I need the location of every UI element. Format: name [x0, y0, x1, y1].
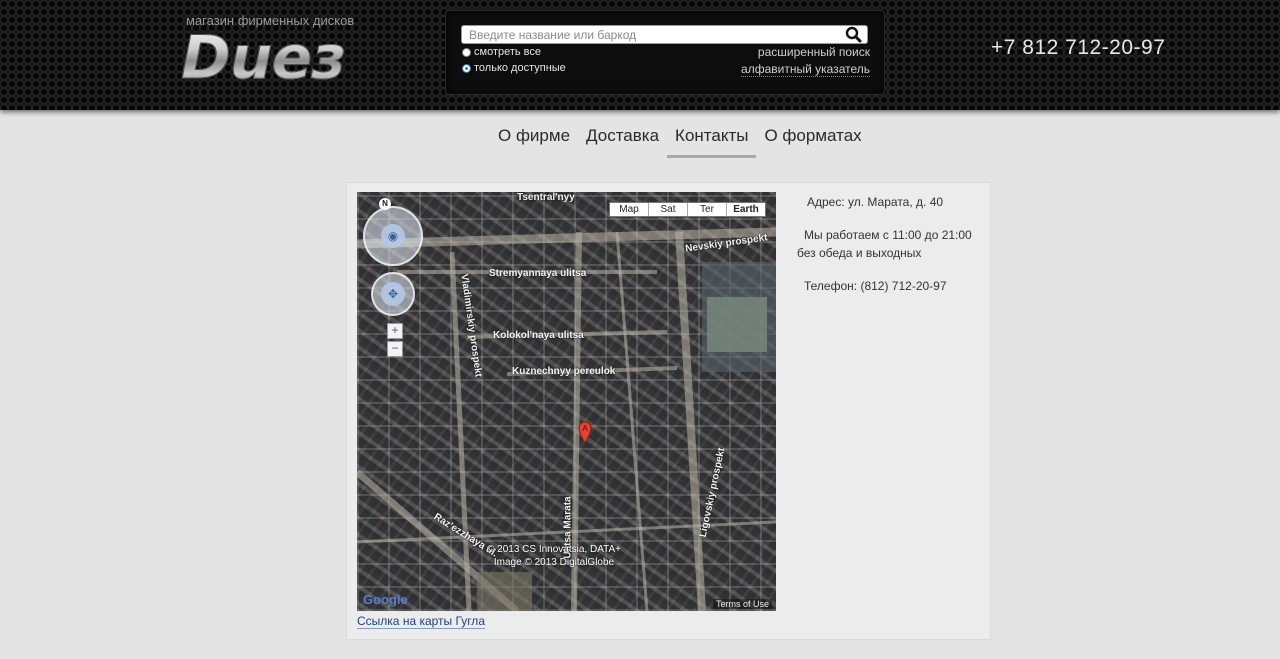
nav-item-formats[interactable]: О форматах [756, 126, 869, 156]
search-button[interactable] [844, 25, 864, 44]
radio-available[interactable] [462, 63, 471, 73]
map-look-control[interactable]: ◉ [363, 206, 423, 266]
map-label-stremyannaya: Stremyannaya ulitsa [489, 268, 587, 279]
pan-hand-icon: ✥ [381, 282, 405, 306]
google-logo[interactable]: Google [363, 592, 408, 607]
radio-available-label: только доступные [474, 62, 566, 74]
map-type-earth[interactable]: Earth [726, 203, 765, 216]
header-phone: +7 812 712-20-97 [991, 36, 1166, 59]
nav-item-contacts[interactable]: Контакты [667, 126, 757, 158]
nav-item-delivery[interactable]: Доставка [578, 126, 667, 156]
header: магазин фирменных дисков Duез смотреть в… [0, 0, 1280, 110]
zoom-out-button[interactable]: − [387, 341, 403, 357]
map-type-bar: Map Sat Ter Earth [609, 202, 766, 217]
contacts-card: Tsentral'nyy Nevskiy prospekt Stremyanna… [346, 182, 991, 640]
advanced-search-link[interactable]: расширенный поиск [758, 45, 870, 59]
map-label-kuznechnyy: Kuznechnyy pereulok [512, 366, 616, 377]
map-type-map[interactable]: Map [610, 203, 648, 216]
zoom-in-button[interactable]: + [387, 323, 403, 339]
radio-available-option[interactable]: только доступные [462, 62, 566, 74]
radio-all-option[interactable]: смотреть все [462, 46, 541, 58]
hours-line-2: без обеда и выходных [797, 246, 922, 260]
map[interactable]: Tsentral'nyy Nevskiy prospekt Stremyanna… [357, 192, 776, 611]
map-copyright: © 2013 CS Innovatsia, DATA+ Image © 2013… [487, 544, 622, 568]
address-text: Адрес: ул. Марата, д. 40 [807, 195, 944, 209]
contact-info: Адрес: ул. Марата, д. 40 Мы работаем с 1… [797, 193, 972, 310]
map-type-ter[interactable]: Ter [687, 203, 726, 216]
main-nav: О фирме Доставка Контакты О форматах [490, 126, 870, 158]
phone-text: Телефон: (812) 712-20-97 [804, 279, 947, 293]
search-panel: смотреть все только доступные расширенны… [445, 10, 885, 95]
map-label-tsentralny: Tsentral'nyy [517, 192, 575, 203]
radio-all[interactable] [462, 47, 471, 57]
hours-block: Мы работаем с 11:00 до 21:00 без обеда и… [797, 226, 972, 262]
radio-all-label: смотреть все [474, 46, 542, 58]
logo[interactable]: Duез [180, 27, 346, 90]
map-label-kolokolnaya: Kolokol'naya ulitsa [493, 330, 584, 341]
hours-line-1: Мы работаем с 11:00 до 21:00 [804, 228, 972, 242]
nav-item-about[interactable]: О фирме [490, 126, 578, 156]
terms-link[interactable]: Terms of Use [712, 599, 772, 609]
google-maps-link[interactable]: Ссылка на карты Гугла [357, 614, 485, 629]
eye-icon: ◉ [381, 224, 405, 248]
compass-icon[interactable]: N [379, 198, 391, 210]
alphabet-index-link[interactable]: алфавитный указатель [741, 62, 870, 77]
search-input[interactable] [461, 25, 868, 44]
search-icon [845, 26, 862, 43]
svg-text:A: A [582, 424, 588, 433]
map-type-sat[interactable]: Sat [648, 203, 687, 216]
map-pan-control[interactable]: ✥ [371, 272, 415, 316]
